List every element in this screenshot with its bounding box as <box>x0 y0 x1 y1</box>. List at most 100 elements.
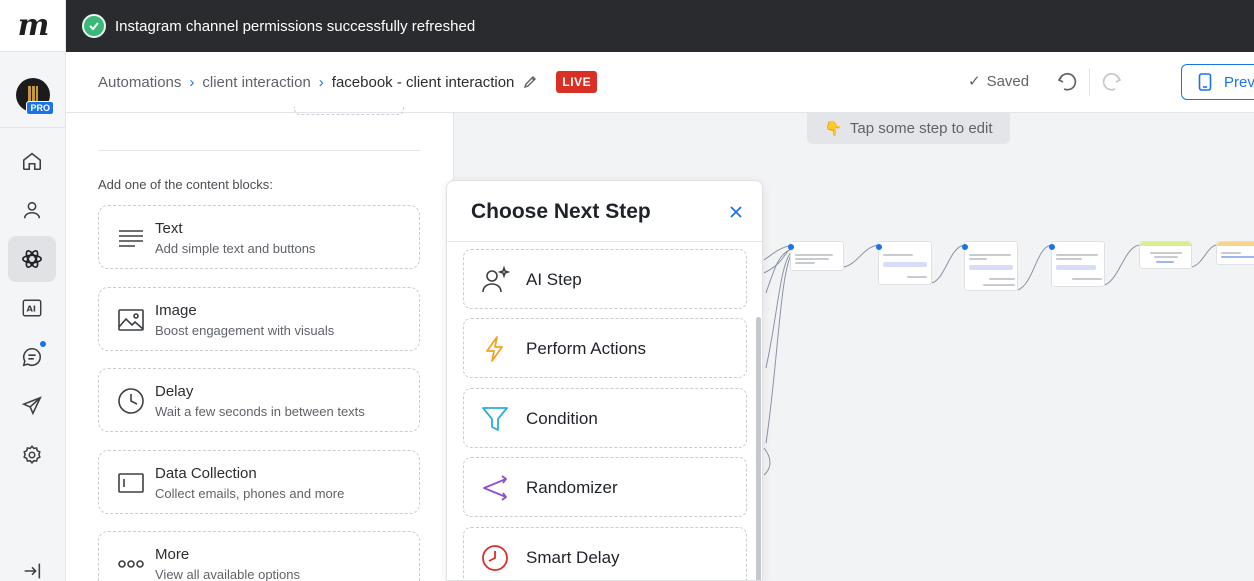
node-button <box>883 262 927 267</box>
svg-text:AI: AI <box>27 304 36 314</box>
node-button <box>1056 265 1096 270</box>
block-subtitle: Add simple text and buttons <box>155 241 316 256</box>
avatar[interactable]: PRO <box>16 78 54 115</box>
node-line <box>1221 252 1241 254</box>
close-icon[interactable] <box>727 203 745 221</box>
content-block-more[interactable]: More View all available options <box>98 531 420 581</box>
step-label: Randomizer <box>526 478 618 497</box>
automation-icon <box>22 250 42 268</box>
step-smart-delay[interactable]: Smart Delay <box>463 527 747 580</box>
node-dot <box>876 244 882 250</box>
undo-icon[interactable] <box>1056 71 1078 93</box>
block-subtitle: Boost engagement with visuals <box>155 323 335 338</box>
modal-title: Choose Next Step <box>471 200 651 223</box>
contacts-icon <box>23 201 41 219</box>
node-line <box>1072 278 1102 280</box>
node-line <box>969 254 1011 256</box>
flow-node[interactable] <box>788 241 844 271</box>
flow-node[interactable] <box>1049 241 1105 287</box>
content-block-data-collection[interactable]: Data Collection Collect emails, phones a… <box>98 450 420 514</box>
save-status: ✓ Saved <box>968 72 1030 91</box>
node-dot <box>962 244 968 250</box>
broadcast-icon <box>21 396 42 416</box>
live-badge: LIVE <box>556 71 598 93</box>
breadcrumb-folder[interactable]: client interaction <box>202 74 310 91</box>
rail-item-automation[interactable] <box>8 236 56 282</box>
block-title: Delay <box>155 383 194 400</box>
page-header: Automations › client interaction › faceb… <box>66 52 1254 113</box>
rail-item-contacts[interactable] <box>8 187 56 233</box>
step-randomizer[interactable]: Randomizer <box>463 457 747 517</box>
pro-badge: PRO <box>26 101 54 115</box>
content-block-delay[interactable]: Delay Wait a few seconds in between text… <box>98 368 420 432</box>
more-dots-icon <box>118 560 144 568</box>
redo-icon[interactable] <box>1101 71 1123 93</box>
chat-icon <box>22 347 41 367</box>
node-line <box>1156 261 1174 263</box>
step-label: Smart Delay <box>526 548 620 567</box>
node-line <box>795 262 815 264</box>
check-circle-icon <box>82 14 106 38</box>
step-condition[interactable]: Condition <box>463 388 747 448</box>
breadcrumb-automations[interactable]: Automations <box>98 74 181 91</box>
block-title: Data Collection <box>155 465 257 482</box>
block-subtitle: Collect emails, phones and more <box>155 486 345 501</box>
rail-item-settings[interactable] <box>8 432 56 478</box>
modal-scrollbar[interactable] <box>756 317 761 580</box>
chevron-right-icon: › <box>318 73 324 91</box>
node-header <box>1140 242 1191 246</box>
flow-node[interactable] <box>1139 241 1192 269</box>
node-line <box>983 284 1015 286</box>
toast-message: Instagram channel permissions successful… <box>115 17 476 35</box>
chevron-right-icon: › <box>189 73 195 91</box>
breadcrumb-automation-name[interactable]: facebook - client interaction <box>332 74 515 91</box>
node-line <box>1221 256 1254 258</box>
settings-icon <box>23 445 41 464</box>
preview-label: Prev <box>1224 73 1254 91</box>
lightning-icon <box>486 336 503 362</box>
node-line <box>795 258 829 260</box>
randomizer-icon <box>483 475 507 501</box>
content-block-image[interactable]: Image Boost engagement with visuals <box>98 287 420 351</box>
text-lines-icon <box>119 230 143 247</box>
rail-item-broadcast[interactable] <box>8 383 56 429</box>
rail-item-ai[interactable]: AI <box>8 285 56 331</box>
rail-item-chat[interactable] <box>8 334 56 380</box>
node-line <box>1154 256 1178 258</box>
input-field-icon <box>118 473 144 493</box>
pencil-icon[interactable] <box>522 74 538 90</box>
flow-node[interactable] <box>962 241 1018 291</box>
node-line <box>795 254 833 256</box>
flow-node[interactable] <box>1216 241 1254 265</box>
brand-logo[interactable]: m <box>0 0 65 52</box>
node-line <box>907 276 927 278</box>
rail-item-home[interactable] <box>8 138 56 184</box>
block-subtitle: View all available options <box>155 567 301 581</box>
success-toast: Instagram channel permissions successful… <box>66 0 1254 52</box>
brand-logo-mark: m <box>17 8 50 43</box>
node-line <box>989 278 1015 280</box>
panel-caption: Add one of the content blocks: <box>98 177 273 192</box>
step-perform-actions[interactable]: Perform Actions <box>463 318 747 378</box>
block-title: Image <box>155 302 197 319</box>
clock-icon <box>118 388 144 414</box>
block-subtitle: Wait a few seconds in between texts <box>155 404 365 419</box>
node-button <box>969 265 1013 270</box>
step-label: AI Step <box>526 270 582 289</box>
filter-icon <box>482 407 508 431</box>
step-ai[interactable]: AI Step <box>463 249 747 309</box>
phone-icon <box>1198 73 1212 91</box>
rail-item-collapse[interactable] <box>8 560 56 581</box>
block-title: More <box>155 546 190 563</box>
preview-button[interactable]: Prev <box>1181 64 1254 100</box>
flow-node[interactable] <box>876 241 932 285</box>
ai-icon: AI <box>22 299 42 317</box>
collapse-icon <box>24 563 41 579</box>
node-line <box>1056 258 1082 260</box>
left-rail: m PRO AI <box>0 0 66 581</box>
saved-label: Saved <box>986 72 1030 90</box>
choose-next-step-modal: Choose Next Step AI Step Perform Actions… <box>446 180 763 581</box>
step-label: Condition <box>526 409 598 428</box>
content-block-text[interactable]: Text Add simple text and buttons <box>98 205 420 269</box>
block-title: Text <box>155 220 183 237</box>
